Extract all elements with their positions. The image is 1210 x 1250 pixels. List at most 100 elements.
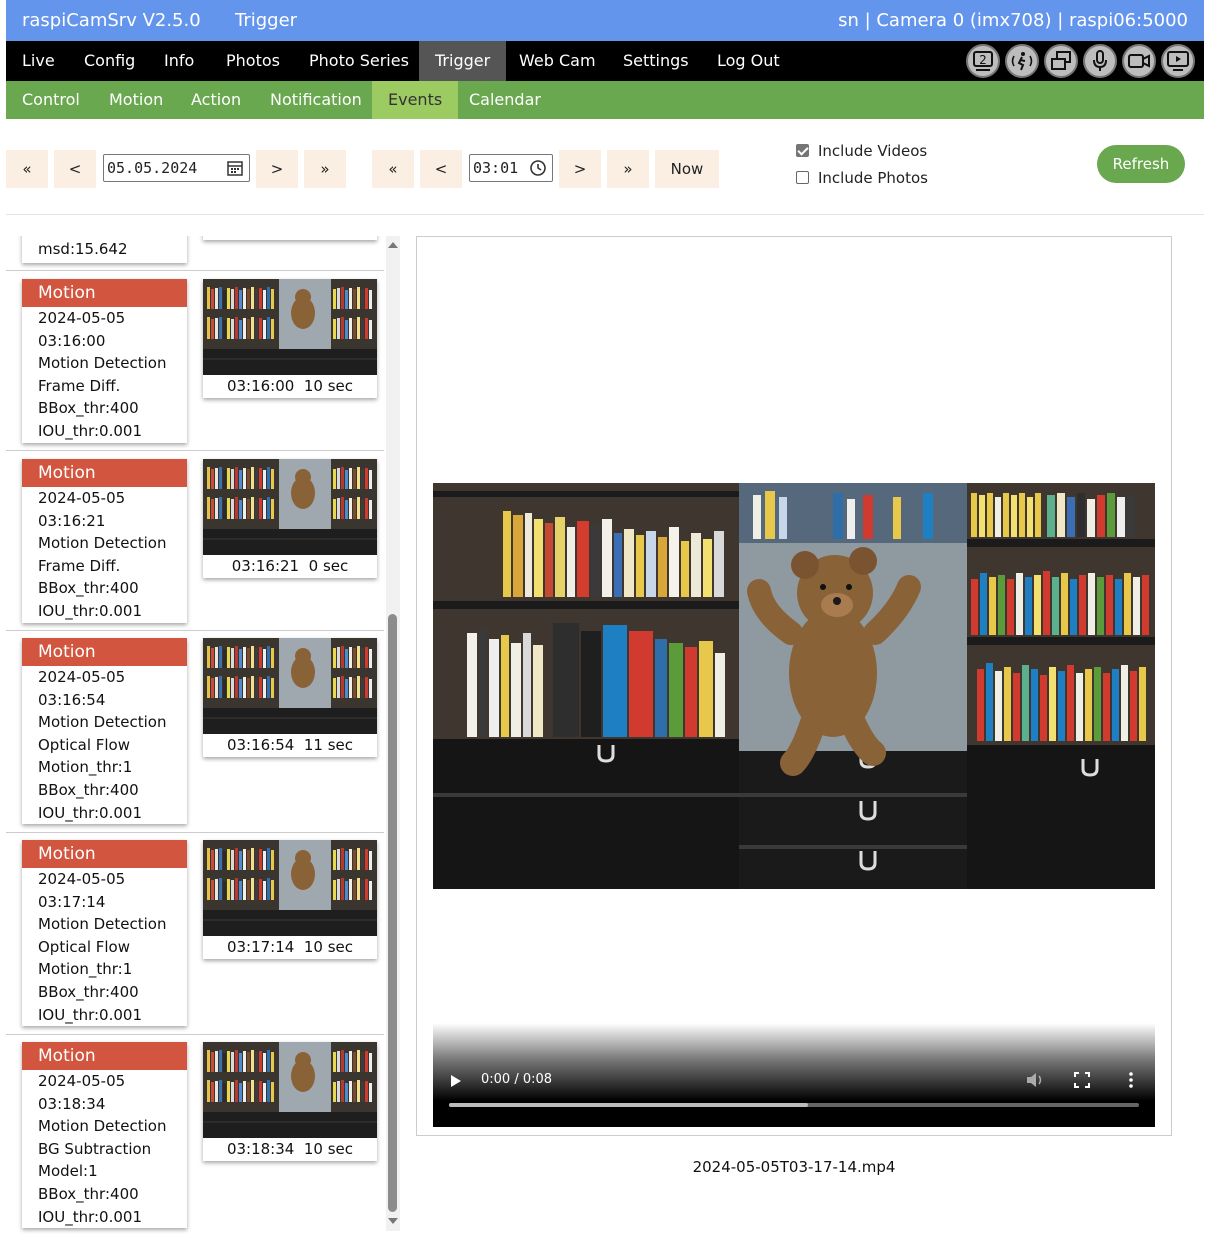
event-thumbnail[interactable]: 03:16:00 10 sec bbox=[203, 279, 377, 398]
refresh-button[interactable]: Refresh bbox=[1097, 145, 1185, 183]
include-videos-box[interactable] bbox=[796, 144, 809, 157]
event-detail-line: Frame Diff. bbox=[38, 376, 121, 395]
event-detail-line: BG Subtraction bbox=[38, 1139, 152, 1158]
volume-icon[interactable] bbox=[1025, 1071, 1045, 1089]
camera-2-icon[interactable]: 2 bbox=[966, 44, 1000, 78]
app-title: raspiCamSrv V2.5.0 bbox=[22, 10, 201, 31]
time-prev-button[interactable]: < bbox=[420, 150, 462, 188]
event-card[interactable]: Motion 2024-05-05 03:18:34 Motion Detect… bbox=[22, 1042, 187, 1229]
video-buffered-bar bbox=[449, 1103, 808, 1107]
event-list[interactable]: msd:15.642 Motion 2024-05-05 03:16:00 Mo… bbox=[6, 236, 400, 1235]
event-list-scrollbar[interactable] bbox=[386, 236, 400, 1231]
date-input[interactable]: 05.05.2024 bbox=[103, 154, 250, 182]
event-item[interactable]: Motion 2024-05-05 03:18:34 Motion Detect… bbox=[6, 1035, 384, 1235]
nav-item-config[interactable]: Config bbox=[68, 41, 151, 81]
time-last-button[interactable]: » bbox=[607, 150, 649, 188]
nav-item-live[interactable]: Live bbox=[6, 41, 71, 81]
nav-item-info[interactable]: Info bbox=[148, 41, 210, 81]
more-options-icon[interactable] bbox=[1127, 1071, 1135, 1089]
event-date: 2024-05-05 bbox=[38, 489, 126, 507]
event-detail-line: Motion Detection bbox=[38, 915, 167, 934]
motion-trigger-icon[interactable] bbox=[1005, 44, 1039, 78]
time-first-button[interactable]: « bbox=[372, 150, 414, 188]
subnav-item-notification[interactable]: Notification bbox=[254, 81, 378, 119]
video-filename: 2024-05-05T03-17-14.mp4 bbox=[692, 1158, 896, 1176]
scroll-down-arrow-icon[interactable] bbox=[388, 1218, 398, 1224]
main-nav: Live Config Info Photos Photo Series Tri… bbox=[6, 41, 1204, 81]
event-thumbnail[interactable]: 03:17:14 10 sec bbox=[203, 840, 377, 959]
event-card[interactable]: Motion 2024-05-05 03:17:14 Motion Detect… bbox=[22, 840, 187, 1027]
nav-item-photo-series[interactable]: Photo Series bbox=[293, 41, 425, 81]
event-thumbnail[interactable]: 03:16:21 0 sec bbox=[203, 459, 377, 578]
event-card-partial[interactable]: msd:15.642 bbox=[22, 236, 187, 263]
page-title: Trigger bbox=[235, 10, 298, 31]
event-detail-line: Frame Diff. bbox=[38, 556, 121, 575]
event-detail-line: Motion_thr:1 bbox=[38, 758, 133, 777]
server-info: sn | Camera 0 (imx708) | raspi06:5000 bbox=[838, 10, 1188, 31]
nav-item-log-out[interactable]: Log Out bbox=[701, 41, 796, 81]
video-frame bbox=[433, 483, 1155, 889]
svg-text:2: 2 bbox=[979, 53, 987, 67]
time-next-button[interactable]: > bbox=[559, 150, 601, 188]
clock-icon[interactable] bbox=[529, 159, 547, 177]
calendar-icon[interactable] bbox=[226, 159, 244, 177]
event-item[interactable]: Motion 2024-05-05 03:16:00 Motion Detect… bbox=[6, 271, 384, 451]
microphone-icon[interactable] bbox=[1083, 44, 1117, 78]
thumbnail-caption: 03:17:14 10 sec bbox=[226, 938, 354, 956]
play-icon[interactable] bbox=[451, 1075, 461, 1087]
event-card[interactable]: Motion 2024-05-05 03:16:54 Motion Detect… bbox=[22, 638, 187, 825]
time-input[interactable]: 03:01 bbox=[469, 154, 553, 182]
event-card[interactable]: Motion 2024-05-05 03:16:21 Motion Detect… bbox=[22, 459, 187, 623]
scroll-up-arrow-icon[interactable] bbox=[388, 242, 398, 248]
include-photos-box[interactable] bbox=[796, 171, 809, 184]
thumbnail-caption: 03:16:00 10 sec bbox=[226, 377, 354, 395]
date-next-button[interactable]: > bbox=[256, 150, 298, 188]
event-card[interactable]: Motion 2024-05-05 03:16:00 Motion Detect… bbox=[22, 279, 187, 443]
scrollbar-thumb[interactable] bbox=[388, 614, 397, 1212]
event-item-partial[interactable]: msd:15.642 bbox=[6, 236, 384, 271]
nav-item-web-cam[interactable]: Web Cam bbox=[503, 41, 612, 81]
subnav-item-control[interactable]: Control bbox=[6, 81, 96, 119]
fullscreen-icon[interactable] bbox=[1074, 1072, 1090, 1088]
screen-play-icon[interactable] bbox=[1161, 44, 1195, 78]
event-detail-line: BBox_thr:400 bbox=[38, 982, 139, 1001]
subnav-item-motion[interactable]: Motion bbox=[93, 81, 179, 119]
nav-item-settings[interactable]: Settings bbox=[607, 41, 705, 81]
date-last-button[interactable]: » bbox=[304, 150, 346, 188]
subnav-item-calendar[interactable]: Calendar bbox=[453, 81, 557, 119]
event-type: Motion bbox=[22, 638, 187, 666]
date-prev-button[interactable]: < bbox=[54, 150, 96, 188]
thumbnail-caption: 03:16:54 11 sec bbox=[226, 736, 354, 754]
event-detail-line: IOU_thr:0.001 bbox=[38, 601, 142, 620]
video-camera-icon[interactable] bbox=[1122, 44, 1156, 78]
event-detail-line: IOU_thr:0.001 bbox=[38, 421, 142, 440]
title-bar: raspiCamSrv V2.5.0 Trigger sn | Camera 0… bbox=[6, 0, 1204, 41]
event-time: 03:16:21 bbox=[38, 511, 106, 530]
event-time: 03:17:14 bbox=[38, 892, 106, 911]
event-time: 03:16:54 bbox=[38, 690, 106, 709]
subnav-item-action[interactable]: Action bbox=[175, 81, 257, 119]
multi-window-icon[interactable] bbox=[1044, 44, 1078, 78]
video-controls: 0:00 / 0:08 bbox=[433, 1023, 1155, 1127]
event-detail-line: Motion Detection bbox=[38, 354, 167, 373]
event-thumb-partial[interactable] bbox=[203, 236, 377, 240]
event-item[interactable]: Motion 2024-05-05 03:16:21 Motion Detect… bbox=[6, 451, 384, 631]
event-detail-line: msd:15.642 bbox=[38, 240, 128, 258]
event-time: 03:16:00 bbox=[38, 331, 106, 350]
nav-item-photos[interactable]: Photos bbox=[210, 41, 296, 81]
divider bbox=[6, 214, 1204, 215]
date-first-button[interactable]: « bbox=[6, 150, 48, 188]
video-player[interactable]: 0:00 / 0:08 bbox=[433, 483, 1155, 1127]
video-progress-bar[interactable] bbox=[449, 1103, 1139, 1107]
nav-item-trigger[interactable]: Trigger bbox=[419, 41, 507, 81]
event-type: Motion bbox=[22, 459, 187, 487]
thumbnail-image bbox=[203, 1042, 377, 1138]
event-item[interactable]: Motion 2024-05-05 03:17:14 Motion Detect… bbox=[6, 833, 384, 1035]
event-detail-line: Optical Flow bbox=[38, 735, 130, 754]
subnav-item-events[interactable]: Events bbox=[372, 81, 459, 119]
event-thumbnail[interactable]: 03:18:34 10 sec bbox=[203, 1042, 377, 1161]
thumbnail-image bbox=[203, 638, 377, 734]
event-item[interactable]: Motion 2024-05-05 03:16:54 Motion Detect… bbox=[6, 631, 384, 833]
now-button[interactable]: Now bbox=[655, 150, 719, 188]
event-thumbnail[interactable]: 03:16:54 11 sec bbox=[203, 638, 377, 757]
